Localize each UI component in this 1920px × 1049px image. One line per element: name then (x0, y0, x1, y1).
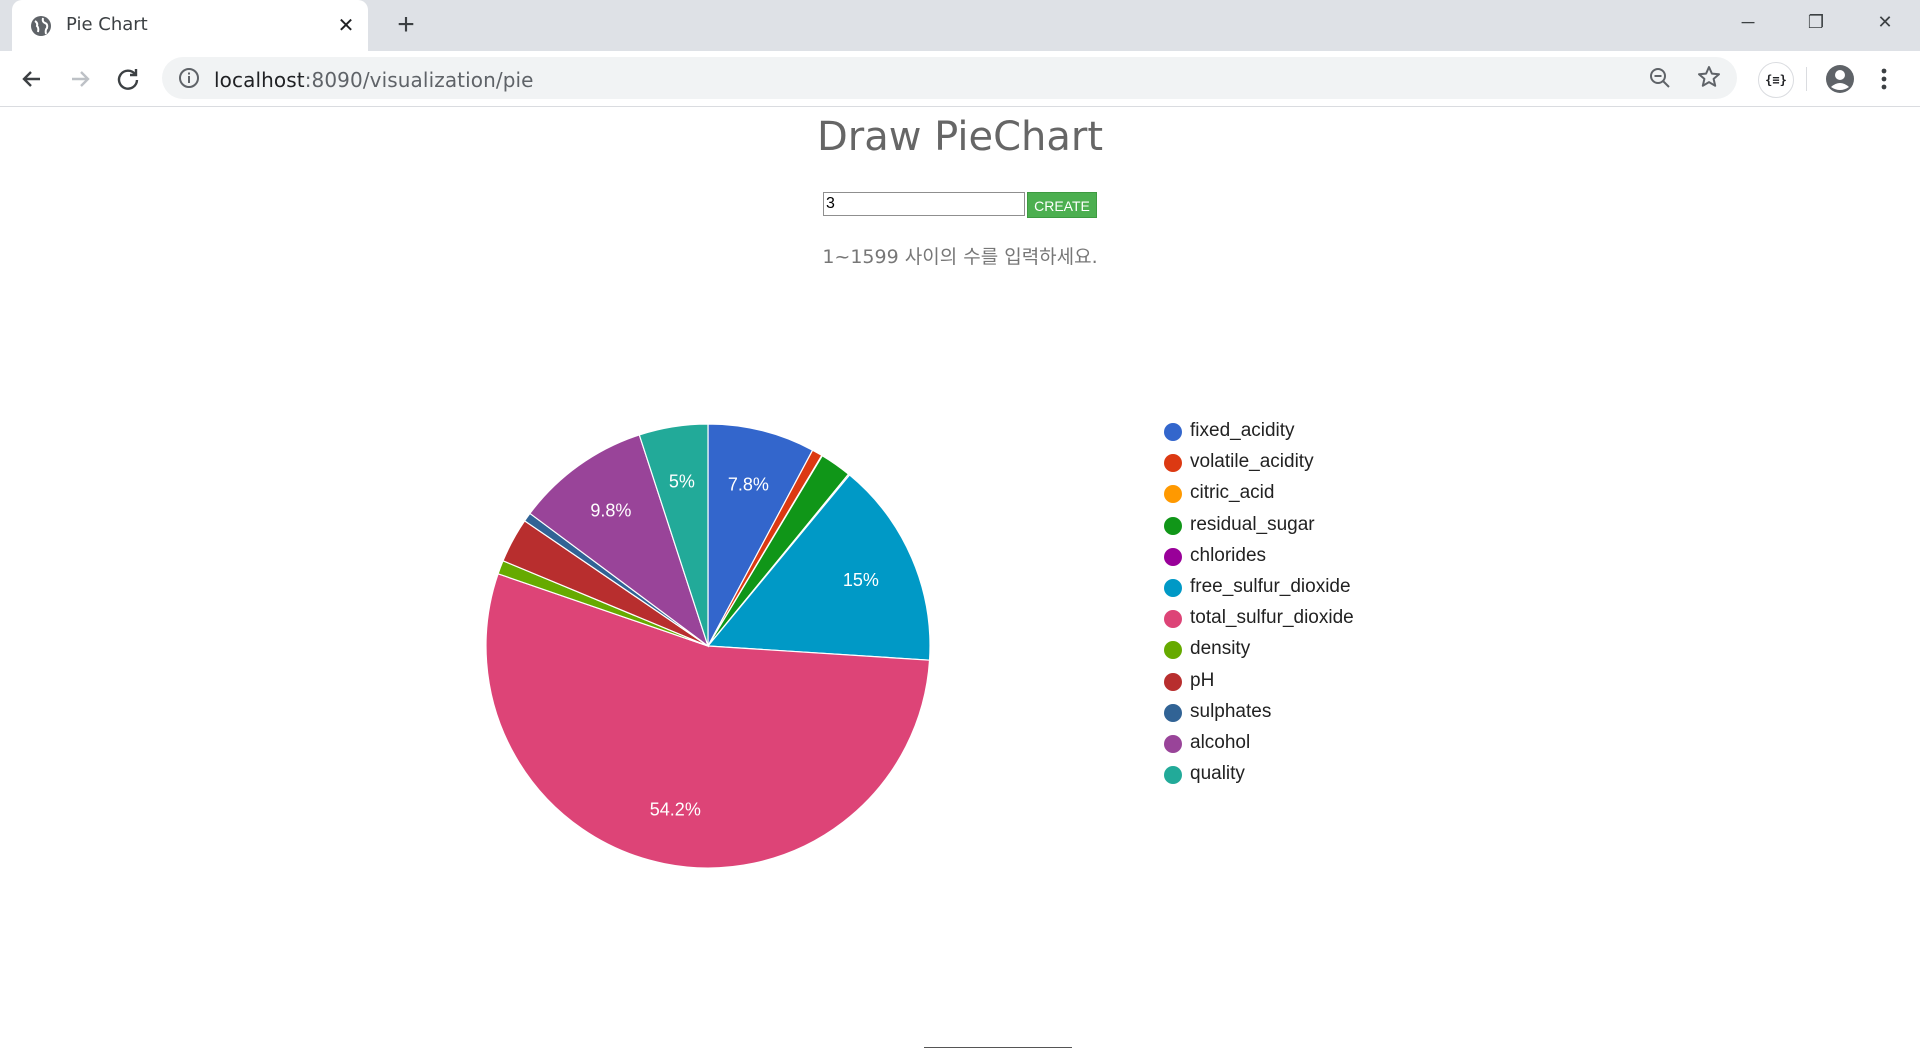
legend-label: chlorides (1190, 544, 1267, 566)
kebab-menu-icon[interactable] (1872, 63, 1896, 95)
forward-arrow-icon[interactable] (64, 63, 96, 95)
legend-swatch (1164, 423, 1182, 441)
slice-label-alcohol: 9.8% (590, 501, 631, 521)
window-close-icon[interactable]: ✕ (1862, 6, 1908, 38)
profile-avatar-icon[interactable] (1824, 63, 1856, 95)
restore-icon[interactable]: ❐ (1793, 6, 1839, 38)
bottom-divider (924, 1047, 1072, 1048)
pie-slices (485, 423, 931, 869)
reload-icon[interactable] (112, 63, 144, 95)
slice-label-free-sulfur-dioxide: 15% (843, 570, 879, 590)
legend-swatch (1164, 735, 1182, 753)
legend-label: quality (1190, 763, 1245, 785)
legend-label: sulphates (1190, 700, 1272, 722)
legend-label: fixed_acidity (1190, 420, 1295, 441)
tab-strip: Pie Chart ✕ + ─ ❐ ✕ (0, 0, 1920, 51)
legend-swatch (1164, 454, 1182, 473)
legend-swatch (1164, 547, 1182, 566)
slice-label-fixed-acidity: 7.8% (728, 474, 769, 494)
browser-tab[interactable]: Pie Chart ✕ (12, 0, 368, 51)
number-input[interactable] (823, 192, 1025, 216)
minimize-icon[interactable]: ─ (1725, 6, 1771, 38)
address-bar[interactable]: localhost:8090/visualization/pie (162, 57, 1737, 99)
page-title: Draw PieChart (816, 114, 1104, 160)
globe-icon (31, 16, 51, 36)
bookmark-star-icon[interactable] (1696, 64, 1722, 90)
legend-label: alcohol (1190, 732, 1251, 753)
legend-label: pH (1190, 669, 1215, 691)
extension-icon[interactable]: {≡} (1758, 62, 1794, 98)
legend-swatch (1164, 672, 1182, 691)
legend-swatch (1164, 641, 1182, 660)
legend-label: density (1190, 638, 1251, 660)
legend-label: volatile_acidity (1190, 451, 1314, 473)
legend-label: citric_acid (1190, 482, 1275, 504)
slice-label-total-sulfur-dioxide: 54.2% (650, 799, 701, 819)
tab-close-icon[interactable]: ✕ (334, 14, 358, 38)
legend-swatch (1164, 485, 1182, 504)
hint-text: 1~1599 사이의 수를 입력하세요. (822, 246, 1098, 268)
tab-title: Pie Chart (66, 14, 148, 35)
legend-swatch (1164, 516, 1182, 535)
browser-toolbar: localhost:8090/visualization/pie {≡} (0, 51, 1920, 107)
url-path: :8090/visualization/pie (304, 68, 534, 92)
legend-swatch (1164, 703, 1182, 722)
back-arrow-icon[interactable] (16, 63, 48, 95)
legend-label: free_sulfur_dioxide (1190, 576, 1351, 597)
legend-swatch (1164, 766, 1182, 785)
zoom-out-icon[interactable] (1648, 66, 1672, 90)
create-button[interactable]: CREATE (1027, 192, 1097, 218)
legend-swatch (1164, 579, 1182, 597)
url-text[interactable]: localhost:8090/visualization/pie (214, 68, 534, 92)
pie-chart: 7.8% 15% 54.2% 9.8% 5% (485, 423, 931, 869)
slice-label-quality: 5% (669, 472, 695, 492)
legend-label: residual_sugar (1190, 513, 1315, 535)
url-host: localhost (214, 68, 305, 92)
legend-swatch (1164, 610, 1182, 629)
info-icon[interactable] (178, 67, 200, 89)
toolbar-divider (1806, 67, 1807, 91)
new-tab-icon[interactable]: + (392, 10, 420, 40)
legend-label: total_sulfur_dioxide (1190, 607, 1354, 629)
